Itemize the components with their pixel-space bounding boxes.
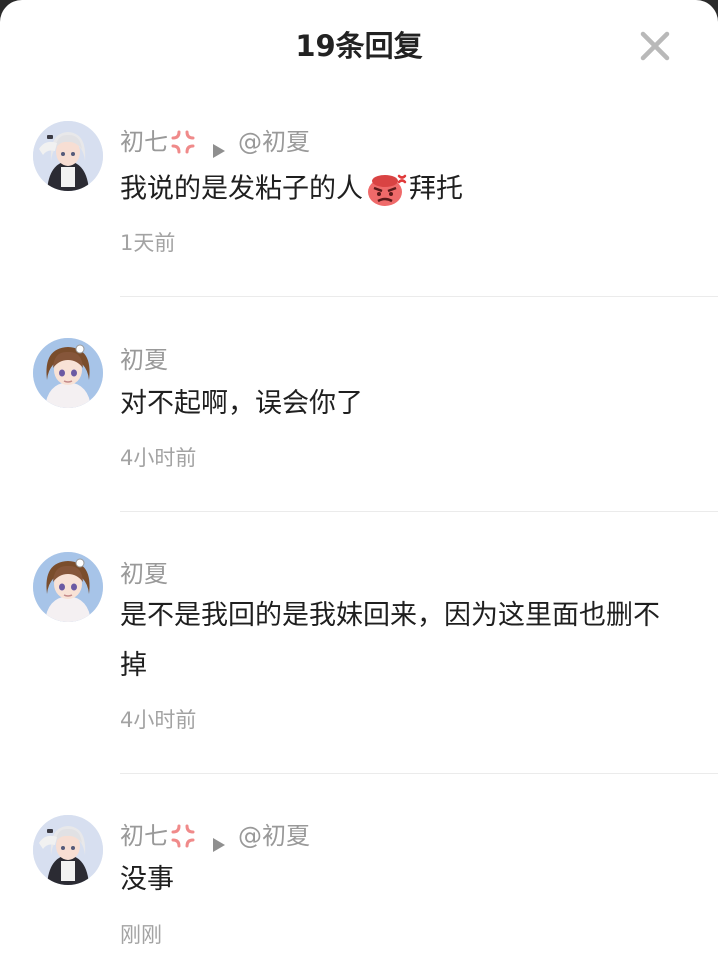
reply-to-user[interactable]: @初夏 [238,819,310,853]
divider [120,511,718,512]
comment-header: 初夏 [120,342,168,376]
comment-text-part: 我说的是发粘子的人 [120,173,363,205]
avatar[interactable] [33,121,103,191]
comment-text: 没事 [120,864,174,895]
close-icon [640,31,670,61]
reply-to-user[interactable]: @初夏 [238,125,310,159]
angry-face-emoji-icon [365,172,409,208]
avatar[interactable] [33,338,103,408]
comment-text: 我说的是发粘子的人 拜托 [120,164,690,215]
sheet-title: 19条回复 [295,29,423,63]
username[interactable]: 初夏 [120,343,168,377]
username[interactable]: 初夏 [120,557,168,591]
close-button[interactable] [638,29,672,63]
comment-header: 初夏 [120,556,168,590]
comment-text-line: 掉 [120,650,147,681]
replies-sheet: 19条回复 初七 @初夏 我说的是发粘子的人 拜托 1天前 初夏 对不起啊，误会… [0,0,718,958]
username[interactable]: 初七 [120,819,168,853]
anger-symbol-icon [170,129,196,155]
anger-symbol-icon [170,823,196,849]
avatar[interactable] [33,552,103,622]
comment-header: 初七 @初夏 [120,818,310,852]
timestamp: 4小时前 [120,708,197,732]
avatar[interactable] [33,815,103,885]
comment-text-part: 拜托 [409,173,463,205]
sheet-header: 19条回复 [0,0,718,92]
divider [120,296,718,297]
comment-text-line: 是不是我回的是我妹回来，因为这里面也删不 [120,600,660,631]
reply-arrow-icon [212,828,226,852]
username[interactable]: 初七 [120,125,168,159]
timestamp: 刚刚 [120,923,162,947]
timestamp: 4小时前 [120,446,197,470]
divider [120,773,718,774]
comment-text: 是不是我回的是我妹回来，因为这里面也删不 掉 [120,591,690,691]
reply-arrow-icon [212,134,226,158]
comment-text: 对不起啊，误会你了 [120,388,363,419]
comment-header: 初七 @初夏 [120,124,310,158]
timestamp: 1天前 [120,231,176,255]
